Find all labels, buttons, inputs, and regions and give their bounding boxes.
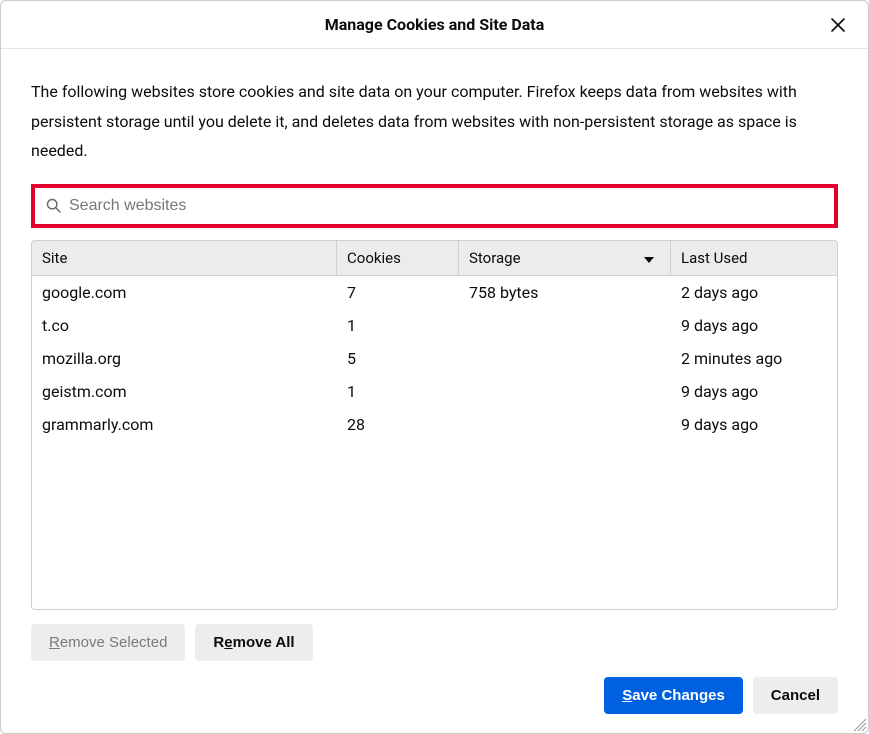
column-header-cookies[interactable]: Cookies [337, 241, 459, 275]
cell-storage [459, 408, 671, 441]
remove-buttons-row: Remove Selected RRemove Allemove All [31, 624, 838, 661]
search-icon [46, 198, 61, 213]
cell-storage [459, 375, 671, 408]
cell-lastused: 9 days ago [671, 309, 837, 342]
cell-lastused: 9 days ago [671, 408, 837, 441]
cell-cookies: 1 [337, 309, 459, 342]
cell-site: geistm.com [32, 375, 337, 408]
cell-lastused: 9 days ago [671, 375, 837, 408]
mnemonic: R [49, 634, 60, 651]
table-row[interactable]: mozilla.org5 2 minutes ago [32, 342, 837, 375]
cell-site: mozilla.org [32, 342, 337, 375]
titlebar: Manage Cookies and Site Data [1, 1, 868, 49]
dialog-content: The following websites store cookies and… [1, 49, 868, 734]
table-row[interactable]: t.co1 9 days ago [32, 309, 837, 342]
column-header-site[interactable]: Site [32, 241, 337, 275]
button-label-rest: ave Changes [632, 687, 725, 704]
sites-table: Site Cookies Storage Last Used google.co… [31, 240, 838, 610]
mnemonic: S [622, 687, 632, 704]
column-header-site-label: Site [42, 249, 67, 267]
remove-selected-button[interactable]: Remove Selected [31, 624, 185, 661]
cell-site: grammarly.com [32, 408, 337, 441]
search-input[interactable] [69, 197, 823, 215]
close-icon [829, 16, 847, 34]
cell-cookies: 5 [337, 342, 459, 375]
mnemonic: e [224, 634, 232, 651]
cell-site: t.co [32, 309, 337, 342]
cookies-dialog: Manage Cookies and Site Data The followi… [0, 0, 869, 734]
dialog-title: Manage Cookies and Site Data [325, 15, 545, 34]
search-container[interactable] [36, 189, 833, 223]
table-body[interactable]: google.com7758 bytes2 days agot.co19 day… [32, 276, 837, 609]
action-buttons-row: Save Changes Cancel [31, 677, 838, 714]
column-header-storage-label: Storage [469, 249, 521, 267]
close-button[interactable] [824, 11, 852, 39]
remove-all-button[interactable]: RRemove Allemove All [195, 624, 312, 661]
column-header-lastused-label: Last Used [681, 249, 748, 267]
column-header-lastused[interactable]: Last Used [671, 241, 837, 275]
description-text: The following websites store cookies and… [31, 77, 838, 166]
cell-storage: 758 bytes [459, 276, 671, 309]
cell-site: google.com [32, 276, 337, 309]
cell-storage [459, 309, 671, 342]
save-changes-button[interactable]: Save Changes [604, 677, 743, 714]
cell-lastused: 2 minutes ago [671, 342, 837, 375]
cell-cookies: 28 [337, 408, 459, 441]
column-header-storage[interactable]: Storage [459, 241, 671, 275]
search-highlight-box [31, 184, 838, 228]
cell-cookies: 7 [337, 276, 459, 309]
table-row[interactable]: geistm.com1 9 days ago [32, 375, 837, 408]
cancel-button[interactable]: Cancel [753, 677, 838, 714]
cell-storage [459, 342, 671, 375]
sort-descending-icon [644, 249, 654, 267]
table-header: Site Cookies Storage Last Used [32, 241, 837, 276]
column-header-cookies-label: Cookies [347, 249, 401, 267]
table-row[interactable]: google.com7758 bytes2 days ago [32, 276, 837, 309]
button-label-rest: emove Selected [60, 634, 168, 651]
cell-lastused: 2 days ago [671, 276, 837, 309]
cell-cookies: 1 [337, 375, 459, 408]
table-row[interactable]: grammarly.com28 9 days ago [32, 408, 837, 441]
